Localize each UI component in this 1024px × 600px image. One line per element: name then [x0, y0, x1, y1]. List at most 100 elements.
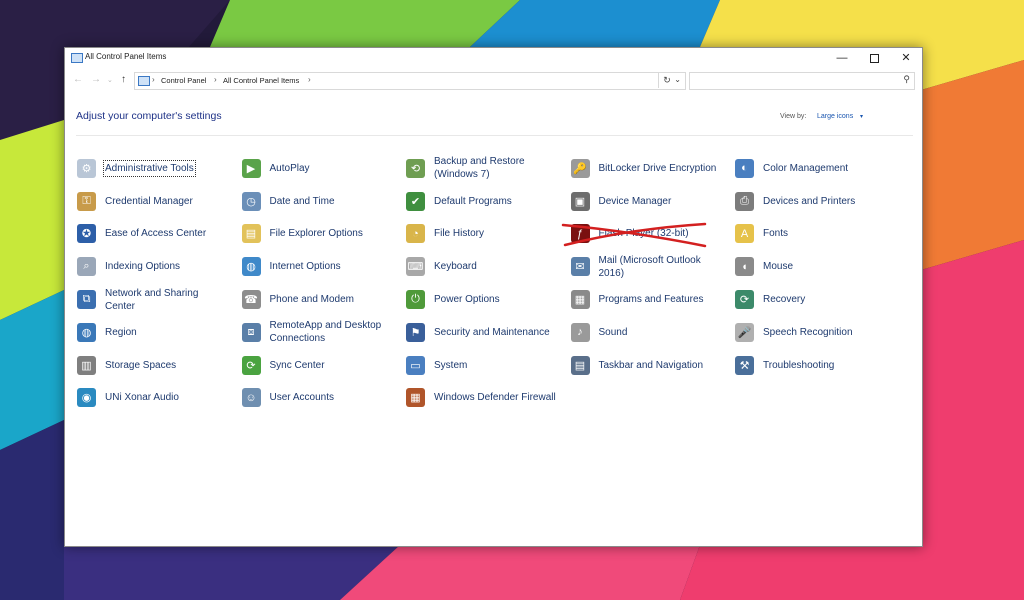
- item-label[interactable]: UNi Xonar Audio: [105, 391, 179, 404]
- item-label[interactable]: Color Management: [763, 162, 848, 175]
- item-label[interactable]: Recovery: [763, 293, 805, 306]
- control-panel-item[interactable]: ▭ System: [406, 349, 571, 382]
- control-panel-items: ⚙ Administrative Tools ▶ AutoPlay ⟲ Backup an…: [77, 152, 900, 414]
- control-panel-item[interactable]: ⌨ Keyboard: [406, 250, 571, 283]
- control-panel-item[interactable]: ⎙ Devices and Printers: [735, 185, 900, 218]
- item-label[interactable]: User Accounts: [270, 391, 334, 404]
- chevron-right-icon[interactable]: ›: [152, 75, 155, 84]
- item-label[interactable]: Date and Time: [270, 195, 335, 208]
- control-panel-item[interactable]: ▤ Taskbar and Navigation: [570, 349, 736, 382]
- item-label[interactable]: File History: [434, 227, 484, 240]
- recent-locations-icon[interactable]: ⌄: [107, 76, 113, 84]
- address-bar[interactable]: › Control Panel › All Control Panel Item…: [134, 72, 686, 90]
- item-label[interactable]: Mouse: [763, 260, 793, 273]
- breadcrumb-control-panel[interactable]: Control Panel: [161, 76, 206, 85]
- item-label[interactable]: Device Manager: [599, 195, 672, 208]
- control-panel-item[interactable]: ▦ Windows Defender Firewall: [406, 382, 571, 415]
- item-label[interactable]: Security and Maintenance: [434, 326, 550, 339]
- control-panel-item[interactable]: ⧈ RemoteApp and Desktop Connections: [241, 316, 407, 349]
- control-panel-item[interactable]: ⟲ Backup and Restore (Windows 7): [406, 152, 571, 185]
- item-label[interactable]: Flash Player (32-bit): [599, 227, 689, 240]
- control-panel-item[interactable]: ⧉ Network and Sharing Center: [77, 283, 242, 316]
- control-panel-item[interactable]: ⟳ Recovery: [735, 283, 900, 316]
- control-panel-item[interactable]: ƒ Flash Player (32-bit): [561, 218, 736, 251]
- control-panel-item[interactable]: ⚿ Credential Manager: [77, 185, 242, 218]
- control-panel-item[interactable]: ◐ Color Management: [735, 152, 900, 185]
- item-label[interactable]: RemoteApp and Desktop Connections: [270, 319, 396, 345]
- control-panel-item[interactable]: ✔ Default Programs: [406, 185, 571, 218]
- control-panel-item[interactable]: ◍ Region: [77, 316, 242, 349]
- item-label[interactable]: Devices and Printers: [763, 195, 855, 208]
- control-panel-item[interactable]: ⚒ Troubleshooting: [735, 349, 900, 382]
- item-label[interactable]: Mail (Microsoft Outlook 2016): [599, 254, 725, 280]
- control-panel-item[interactable]: ▤ File Explorer Options: [241, 218, 407, 251]
- control-panel-item[interactable]: ⏻ Power Options: [406, 283, 571, 316]
- control-panel-item[interactable]: ◷ Date and Time: [241, 185, 407, 218]
- chevron-right-icon[interactable]: ›: [214, 75, 217, 84]
- control-panel-item[interactable]: ⟳ Sync Center: [241, 349, 407, 382]
- item-label[interactable]: Internet Options: [270, 260, 341, 273]
- item-label[interactable]: File Explorer Options: [270, 227, 363, 240]
- fonts-icon: A: [735, 224, 754, 244]
- item-label[interactable]: Troubleshooting: [763, 359, 834, 372]
- chevron-down-icon[interactable]: ▾: [860, 113, 863, 120]
- control-panel-item[interactable]: ▥ Storage Spaces: [77, 349, 242, 382]
- item-label[interactable]: Administrative Tools: [103, 159, 196, 177]
- item-label[interactable]: Network and Sharing Center: [105, 287, 231, 313]
- item-label[interactable]: Storage Spaces: [105, 359, 176, 372]
- item-label[interactable]: AutoPlay: [270, 162, 310, 175]
- item-label[interactable]: BitLocker Drive Encryption: [599, 162, 717, 175]
- item-label[interactable]: Fonts: [763, 227, 788, 240]
- control-panel-item[interactable]: ◍ Internet Options: [241, 250, 407, 283]
- control-panel-item[interactable]: A Fonts: [735, 218, 900, 251]
- control-panel-item[interactable]: ♪ Sound: [570, 316, 736, 349]
- item-label[interactable]: Taskbar and Navigation: [599, 359, 704, 372]
- control-panel-item[interactable]: ⚙ Administrative Tools: [77, 152, 242, 185]
- item-label[interactable]: Region: [105, 326, 137, 339]
- item-label[interactable]: Programs and Features: [599, 293, 704, 306]
- control-panel-item[interactable]: ▦ Programs and Features: [570, 283, 736, 316]
- view-by-dropdown[interactable]: Large icons: [817, 113, 853, 120]
- item-label[interactable]: System: [434, 359, 467, 372]
- up-arrow-icon[interactable]: ↑: [121, 74, 126, 85]
- item-label[interactable]: Default Programs: [434, 195, 512, 208]
- refresh-button[interactable]: ↻: [658, 72, 675, 88]
- item-label[interactable]: Power Options: [434, 293, 500, 306]
- maximize-button[interactable]: [858, 48, 890, 68]
- control-panel-item[interactable]: ☎ Phone and Modem: [241, 283, 407, 316]
- control-panel-item[interactable]: 🎤 Speech Recognition: [735, 316, 900, 349]
- minimize-button[interactable]: —: [826, 48, 858, 68]
- back-arrow-icon[interactable]: ←: [73, 74, 83, 85]
- control-panel-item[interactable]: ✉ Mail (Microsoft Outlook 2016): [570, 250, 736, 283]
- security-maintenance-icon: ⚑: [406, 322, 425, 342]
- control-panel-item[interactable]: ◉ UNi Xonar Audio: [77, 382, 242, 415]
- breadcrumb-all-items[interactable]: All Control Panel Items: [223, 76, 299, 85]
- address-dropdown-icon[interactable]: ⌄: [674, 75, 681, 84]
- phone-modem-icon: ☎: [241, 290, 261, 310]
- close-button[interactable]: ✕: [890, 48, 922, 68]
- item-label[interactable]: Windows Defender Firewall: [434, 391, 556, 404]
- item-label[interactable]: Credential Manager: [105, 195, 193, 208]
- forward-arrow-icon[interactable]: →: [91, 74, 101, 85]
- control-panel-item[interactable]: ⌕ Indexing Options: [77, 250, 242, 283]
- search-icon: ⚲: [903, 74, 910, 84]
- item-label[interactable]: Sound: [599, 326, 628, 339]
- item-label[interactable]: Backup and Restore (Windows 7): [434, 155, 560, 181]
- item-label[interactable]: Phone and Modem: [270, 293, 355, 306]
- control-panel-item[interactable]: ▶ AutoPlay: [241, 152, 407, 185]
- flash-player-icon: ƒ: [570, 224, 590, 244]
- item-label[interactable]: Speech Recognition: [763, 326, 853, 339]
- control-panel-item[interactable]: ▣ Device Manager: [570, 185, 736, 218]
- search-input[interactable]: ⚲: [689, 72, 915, 90]
- control-panel-item[interactable]: ✪ Ease of Access Center: [77, 218, 242, 251]
- chevron-right-icon[interactable]: ›: [308, 75, 311, 84]
- item-label[interactable]: Sync Center: [270, 359, 325, 372]
- control-panel-item[interactable]: 🔑 BitLocker Drive Encryption: [570, 152, 736, 185]
- control-panel-item[interactable]: ☺ User Accounts: [241, 382, 407, 415]
- control-panel-item[interactable]: ◖ Mouse: [735, 250, 900, 283]
- item-label[interactable]: Ease of Access Center: [105, 227, 206, 240]
- control-panel-item[interactable]: ⚑ Security and Maintenance: [406, 316, 571, 349]
- item-label[interactable]: Indexing Options: [105, 260, 180, 273]
- control-panel-item[interactable]: ◔ File History: [406, 218, 571, 251]
- item-label[interactable]: Keyboard: [434, 260, 477, 273]
